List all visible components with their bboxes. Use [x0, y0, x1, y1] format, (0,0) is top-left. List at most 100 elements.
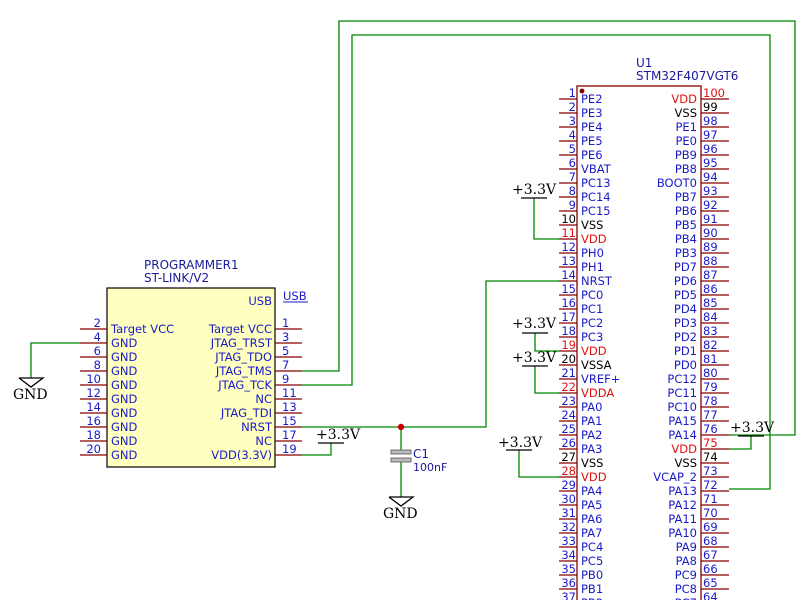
pin-number: 87	[703, 268, 718, 282]
pin-number: 10	[86, 372, 101, 386]
pin-name: PA11	[668, 512, 697, 526]
programmer-part[interactable]: PROGRAMMER1 ST-LINK/V2 USB USB 2 Target V…	[80, 258, 308, 468]
pin-number: 37	[561, 590, 576, 600]
pin-number: 11	[561, 226, 576, 240]
pin-name: PH0	[581, 246, 604, 260]
pin-number: 24	[561, 408, 576, 422]
wire-jtag-tms	[302, 20, 796, 436]
pin-name: VREF+	[581, 372, 620, 386]
mcu-part[interactable]: U1 STM32F407VGT6 1 PE2 2 PE3 3 PE4 4 PE5 5 PE6 6 VB…	[559, 56, 738, 600]
pin-name: VSS	[675, 456, 697, 470]
gnd-symbol: GND	[13, 377, 48, 403]
pin-number: 19	[282, 442, 297, 456]
pin-number: 14	[86, 400, 101, 414]
pin-name: NC	[255, 434, 272, 448]
pin-name: PE2	[581, 92, 603, 106]
junction-dot	[397, 423, 405, 431]
pin-number: 34	[561, 548, 576, 562]
pin-name: PH1	[581, 260, 604, 274]
pin-number: 94	[703, 170, 718, 184]
vcc-symbol: +3.3V	[316, 427, 361, 444]
pin-number: 67	[703, 548, 718, 562]
pin-number: 10	[561, 212, 576, 226]
pin-number: 36	[561, 576, 576, 590]
cap-designator: C1	[413, 447, 429, 461]
pin-number: 17	[282, 428, 297, 442]
pin-number: 2	[569, 100, 576, 114]
vcc-label: +3.3V	[512, 316, 557, 332]
pin-name: JTAG_TDO	[214, 350, 272, 364]
pin-number: 12	[86, 386, 101, 400]
pin-number: 20	[561, 352, 576, 366]
pin-name: JTAG_TRST	[210, 336, 273, 350]
mcu-designator: U1	[636, 56, 652, 70]
pin-number: 7	[282, 358, 289, 372]
pin-number: 13	[561, 254, 576, 268]
wire-vdda22	[534, 366, 559, 394]
pin-name: GND	[111, 448, 138, 462]
gnd-symbol: GND	[383, 496, 418, 522]
pin-number: 97	[703, 128, 718, 142]
pin-name: PD4	[674, 302, 697, 316]
pin-name: GND	[111, 350, 138, 364]
capacitor-c1[interactable]: C1 100nF	[390, 447, 447, 474]
pin-name: GND	[111, 420, 138, 434]
pin-number: 16	[561, 296, 576, 310]
pin-name: PC11	[667, 386, 697, 400]
pin-number: 9	[282, 372, 289, 386]
pin-number: 65	[703, 576, 718, 590]
pin-name: PA10	[668, 526, 697, 540]
cap-value: 100nF	[413, 461, 447, 474]
pin-number: 81	[703, 352, 718, 366]
pin-number: 16	[86, 414, 101, 428]
schematic-canvas: PROGRAMMER1 ST-LINK/V2 USB USB 2 Target V…	[13, 20, 796, 600]
pin-number: 100	[703, 86, 725, 100]
pin-name: NRST	[581, 274, 613, 288]
pin-number: 73	[703, 464, 718, 478]
pin-name: GND	[111, 336, 138, 350]
pin-name: JTAG_TCK	[217, 378, 272, 392]
pin-name: PC0	[581, 288, 603, 302]
pin-number: 72	[703, 478, 718, 492]
pin-name: PA5	[581, 498, 602, 512]
pin-name: VDD	[581, 344, 607, 358]
pin-number: 11	[282, 386, 297, 400]
pin-name: GND	[111, 406, 138, 420]
pin-number: 64	[703, 590, 718, 600]
pin-number: 4	[94, 330, 101, 344]
pin-name: PB9	[675, 148, 697, 162]
pin-name: PC4	[581, 540, 603, 554]
pin-number: 6	[569, 156, 576, 170]
pin-number: 14	[561, 268, 576, 282]
pin-name: PE4	[581, 120, 603, 134]
pin-number: 30	[561, 492, 576, 506]
vcc-symbol: +3.3V	[730, 420, 775, 437]
pin-number: 15	[561, 282, 576, 296]
pin-name: GND	[111, 434, 138, 448]
pin-name: PD0	[674, 358, 697, 372]
pin-number: 23	[561, 394, 576, 408]
pin-number: 18	[561, 324, 576, 338]
cap-plate-top	[390, 449, 412, 455]
pin-number: 29	[561, 478, 576, 492]
vcc-symbol: +3.3V	[512, 350, 557, 367]
pin-name: NRST	[241, 420, 273, 434]
pin-number: 8	[569, 184, 576, 198]
pin-number: 1	[282, 316, 289, 330]
vcc-label: +3.3V	[730, 420, 775, 436]
pin-name: PA12	[668, 498, 697, 512]
wire-prog-vdd	[302, 443, 332, 456]
pin-name: PB8	[675, 162, 697, 176]
pin-number: 3	[282, 330, 289, 344]
pin-name: PC1	[581, 302, 603, 316]
pin-name: PC14	[581, 190, 611, 204]
pin-number: 68	[703, 534, 718, 548]
pin-name: VSS	[581, 218, 603, 232]
pin-name: PD7	[674, 260, 697, 274]
pin-name: PB2	[581, 596, 603, 600]
pin-name: PA7	[581, 526, 602, 540]
pin-name: GND	[111, 378, 138, 392]
pin-name: PB3	[675, 246, 697, 260]
pin-name: PA2	[581, 428, 602, 442]
pin-name: PA6	[581, 512, 602, 526]
